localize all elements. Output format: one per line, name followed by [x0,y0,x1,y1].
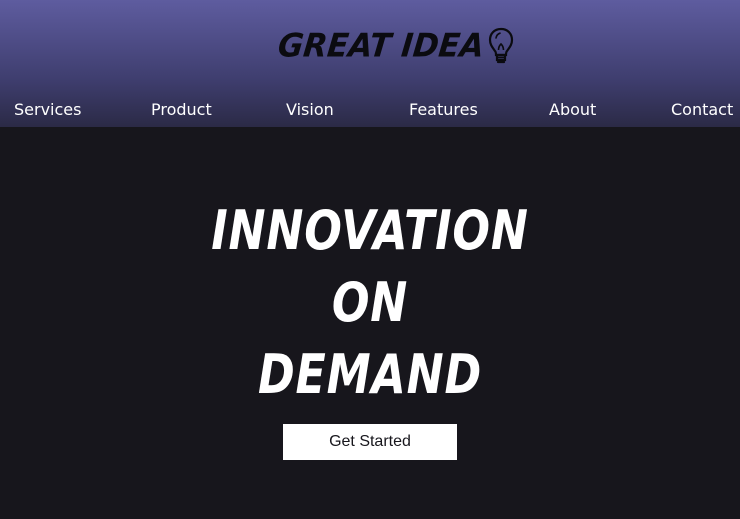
hero-headline-line-3: DEMAND [257,343,483,406]
nav-about[interactable]: About [549,96,596,124]
lightbulb-icon [486,26,516,66]
nav-features[interactable]: Features [409,96,478,124]
nav-services[interactable]: Services [14,96,81,124]
nav-contact[interactable]: Contact [671,96,733,124]
site-header: GREAT IDEA Services Product Vision Featu… [0,0,740,127]
main-navigation: Services Product Vision Features About C… [0,96,740,124]
brand-name: GREAT IDEA [276,26,486,65]
nav-vision[interactable]: Vision [286,96,334,124]
hero-section: INNOVATION ON DEMAND Get Started [0,127,740,519]
get-started-button[interactable]: Get Started [283,424,457,460]
brand-logo[interactable]: GREAT IDEA [276,26,516,66]
hero-headline-line-1: INNOVATION [211,199,529,262]
hero-headline-line-2: ON [331,271,409,334]
nav-product[interactable]: Product [151,96,212,124]
